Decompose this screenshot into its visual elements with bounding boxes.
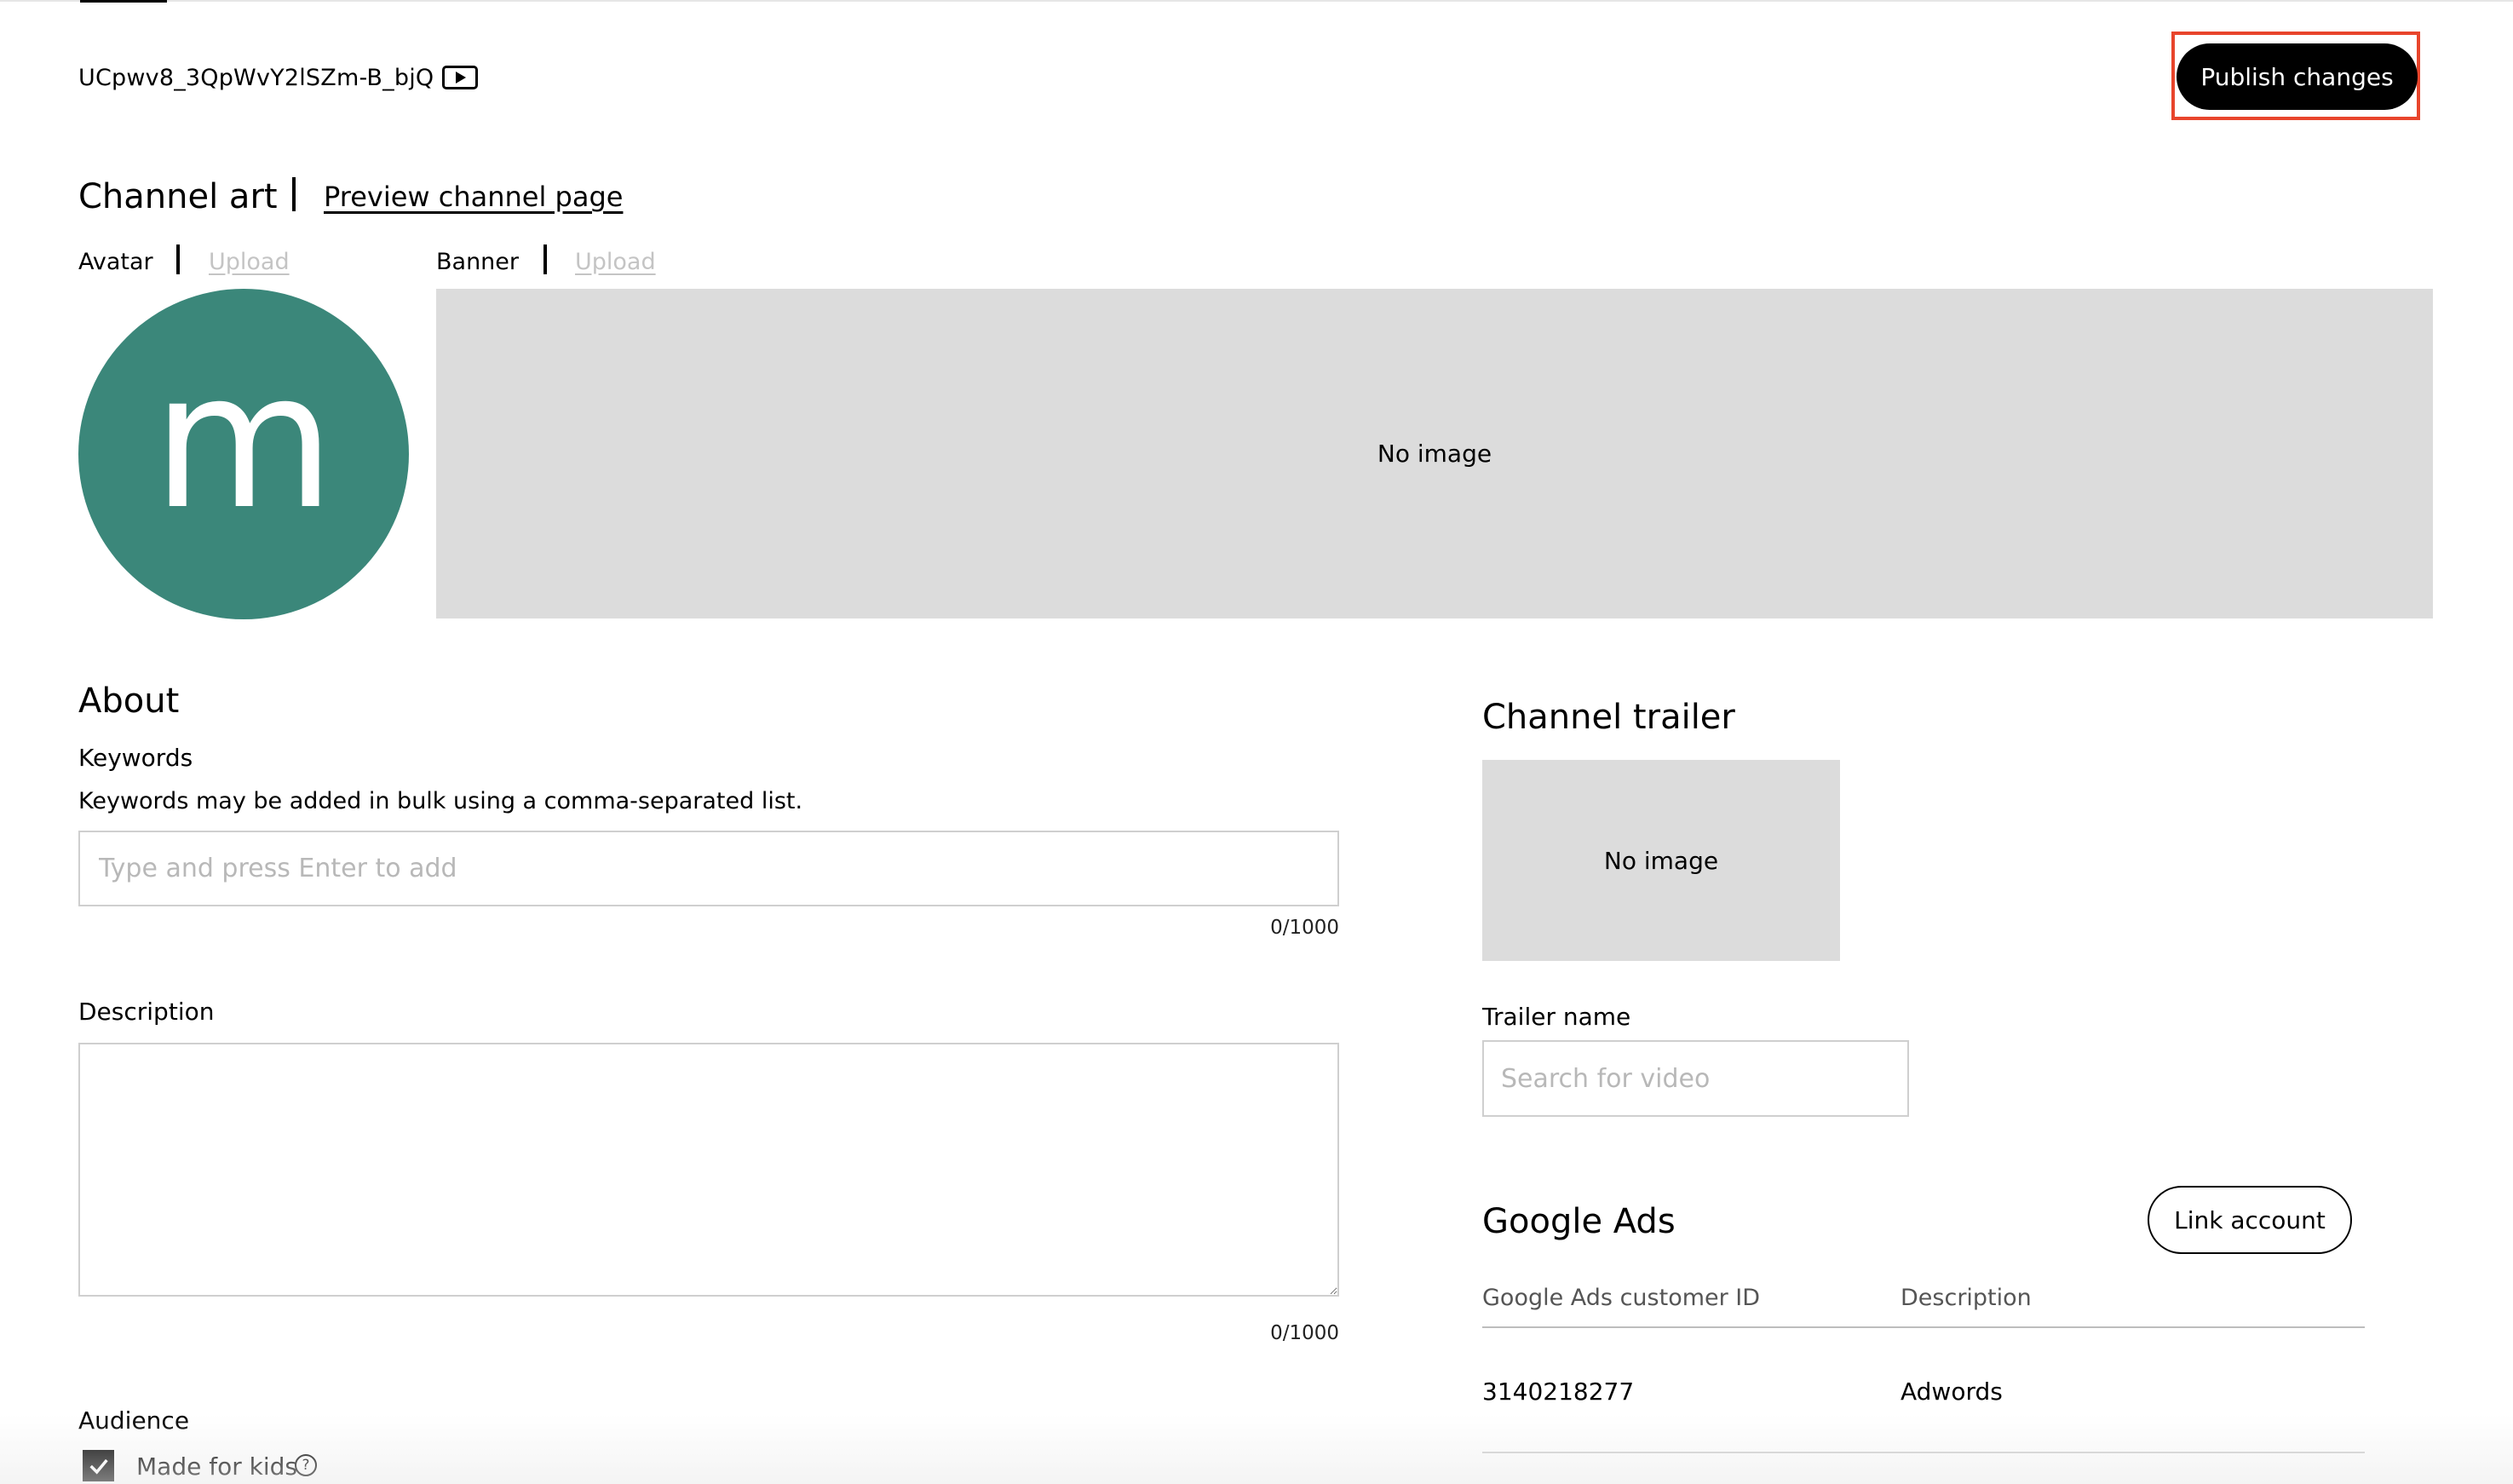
keywords-help-text: Keywords may be added in bulk using a co… xyxy=(78,788,803,814)
youtube-play-icon[interactable] xyxy=(442,66,478,89)
description-label: Description xyxy=(78,998,215,1026)
ads-table-header-divider xyxy=(1482,1326,2365,1328)
trailer-preview: No image xyxy=(1482,760,1840,961)
ads-table-row-divider xyxy=(1482,1452,2365,1453)
ads-row-description: Adwords xyxy=(1901,1378,2003,1406)
banner-label-divider xyxy=(543,244,547,274)
keywords-input[interactable] xyxy=(78,831,1339,906)
banner-label: Banner xyxy=(436,249,520,275)
checkmark-icon xyxy=(89,1458,108,1475)
description-char-count: 0/1000 xyxy=(1270,1322,1339,1344)
audience-label: Audience xyxy=(78,1406,190,1435)
help-icon[interactable]: ? xyxy=(295,1454,317,1476)
banner-placeholder-text: No image xyxy=(1377,440,1492,468)
avatar-label-divider xyxy=(176,244,180,274)
top-divider xyxy=(0,0,2513,2)
avatar-label: Avatar xyxy=(78,249,153,275)
description-textarea[interactable] xyxy=(78,1043,1339,1297)
avatar-upload-link[interactable]: Upload xyxy=(209,249,290,276)
ads-column-header-id: Google Ads customer ID xyxy=(1482,1285,1761,1311)
keywords-label: Keywords xyxy=(78,744,193,772)
avatar: m xyxy=(78,289,409,619)
trailer-search-input[interactable] xyxy=(1482,1040,1909,1117)
channel-art-heading: Channel art xyxy=(78,177,278,216)
ads-column-header-description: Description xyxy=(1901,1285,2032,1311)
trailer-placeholder-text: No image xyxy=(1603,846,1719,875)
banner-upload-link[interactable]: Upload xyxy=(575,249,656,276)
banner-preview: No image xyxy=(436,289,2433,618)
publish-changes-button[interactable]: Publish changes xyxy=(2177,43,2418,110)
made-for-kids-checkbox[interactable] xyxy=(83,1450,114,1481)
scroll-fade-overlay xyxy=(0,1414,2513,1484)
avatar-letter: m xyxy=(152,332,336,550)
google-ads-heading: Google Ads xyxy=(1482,1202,1676,1241)
active-tab-indicator xyxy=(80,0,167,3)
about-heading: About xyxy=(78,682,180,721)
preview-channel-page-link[interactable]: Preview channel page xyxy=(324,179,623,215)
made-for-kids-label: Made for kids xyxy=(136,1452,297,1481)
channel-id: UCpwv8_3QpWvY2lSZm-B_bjQ xyxy=(78,65,434,91)
trailer-name-label: Trailer name xyxy=(1482,1003,1631,1031)
heading-divider xyxy=(292,177,296,211)
ads-row-customer-id: 3140218277 xyxy=(1482,1378,1635,1406)
channel-trailer-heading: Channel trailer xyxy=(1482,698,1735,737)
keywords-char-count: 0/1000 xyxy=(1270,917,1339,939)
link-account-button[interactable]: Link account xyxy=(2148,1186,2352,1254)
